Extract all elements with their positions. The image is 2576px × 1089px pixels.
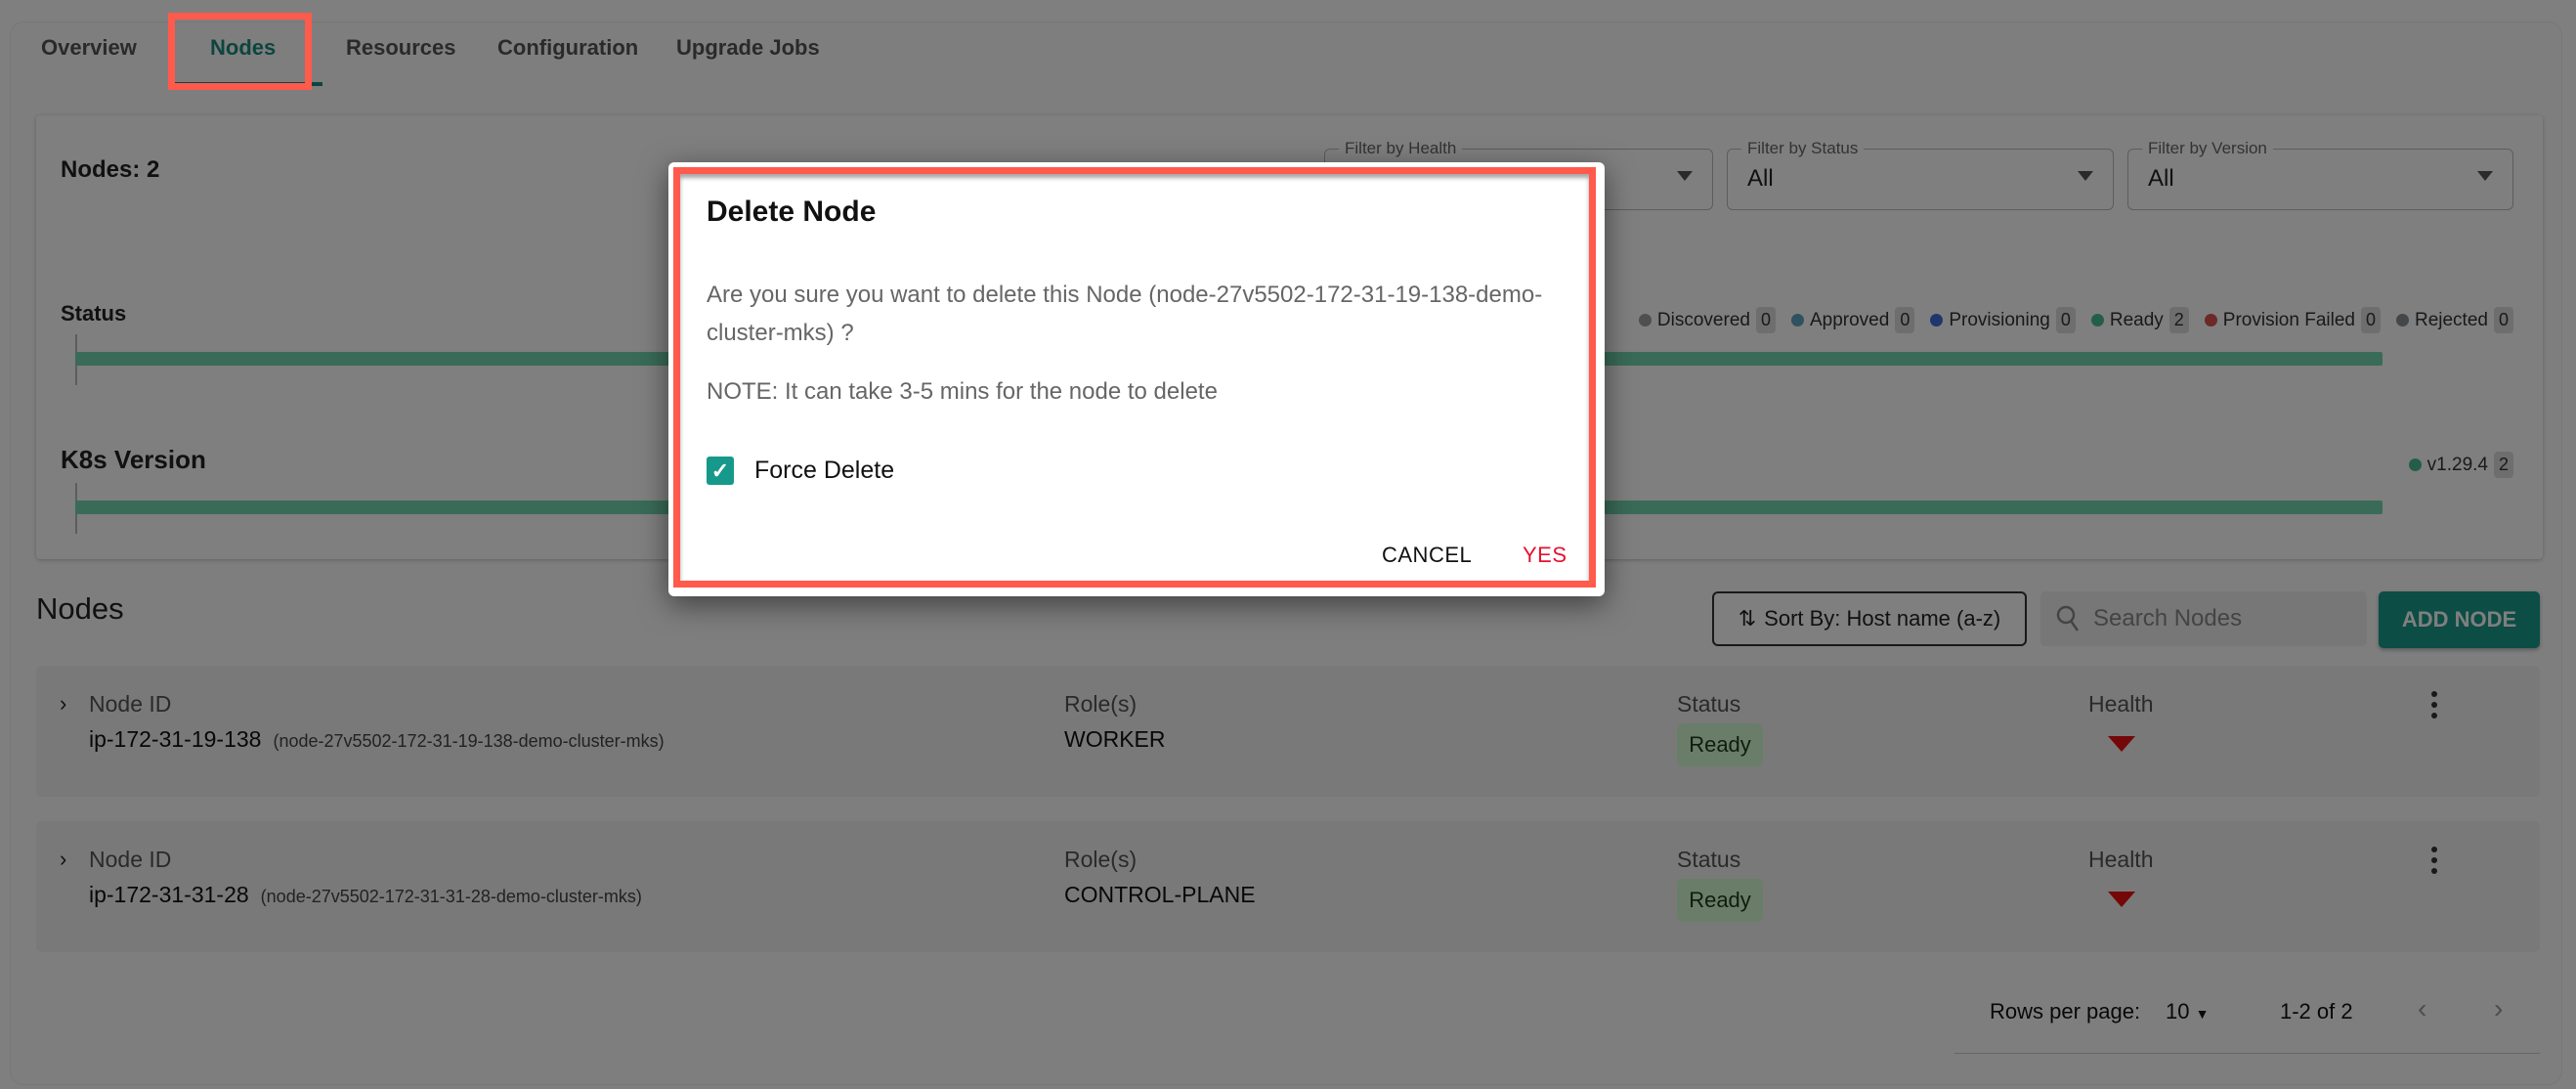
nodes-tab-highlight: [168, 13, 312, 90]
dialog-highlight: [673, 167, 1596, 588]
